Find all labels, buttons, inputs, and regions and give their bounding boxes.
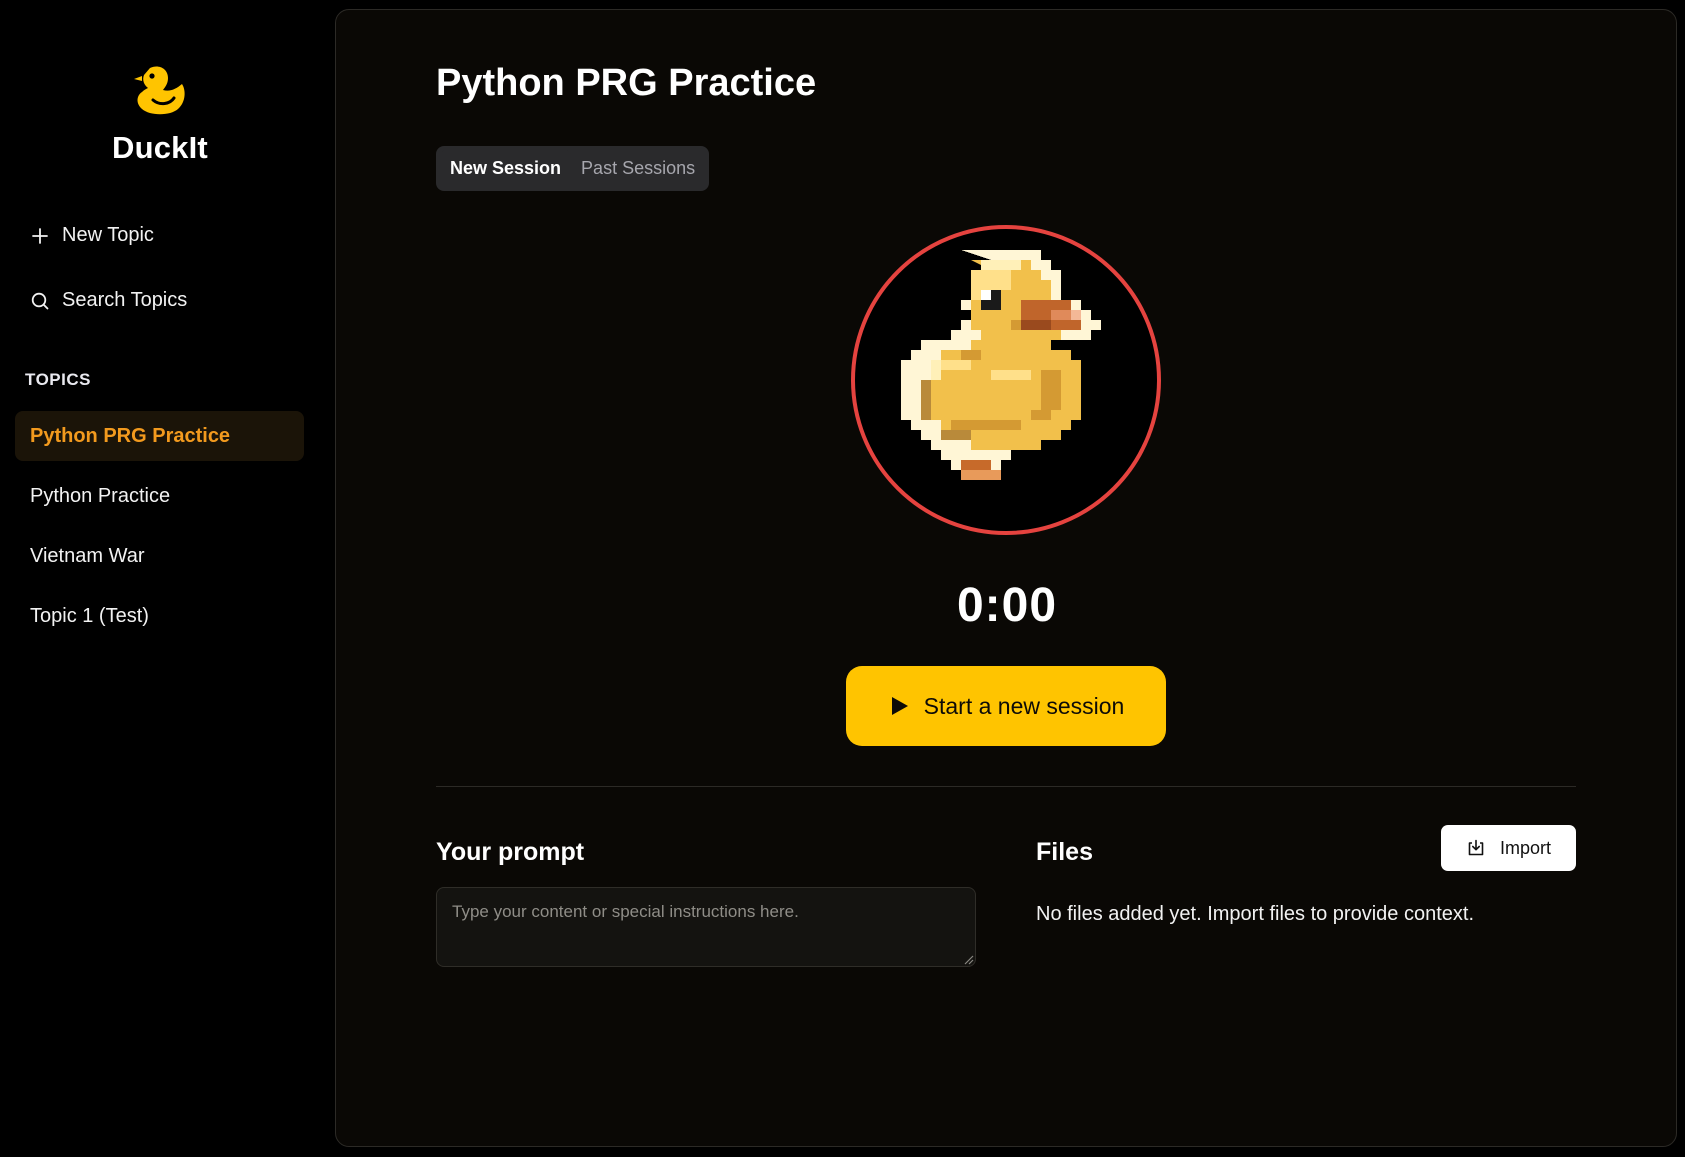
prompt-title: Your prompt <box>436 838 585 866</box>
import-icon <box>1468 839 1484 856</box>
session-timer: 0:00 <box>956 579 1058 632</box>
files-empty-message: No files added yet. Import files to prov… <box>1036 903 1474 925</box>
import-button[interactable]: Import <box>1441 825 1576 871</box>
sidebar-item-python-prg-practice[interactable]: Python PRG Practice <box>15 411 304 461</box>
start-session-button[interactable]: Start a new session <box>846 666 1166 746</box>
brand[interactable]: DuckIt <box>0 62 320 166</box>
search-icon <box>31 292 49 309</box>
new-topic-button[interactable]: New Topic <box>30 224 154 247</box>
session-tabs: New Session Past Sessions <box>436 146 710 191</box>
sidebar-item-topic-1-test[interactable]: Topic 1 (Test) <box>15 591 304 641</box>
play-icon <box>891 697 908 715</box>
duck-avatar <box>851 225 1161 535</box>
prompt-input[interactable] <box>436 887 976 967</box>
tab-new-session[interactable]: New Session <box>440 150 572 187</box>
duck-logo-icon <box>134 66 185 115</box>
search-topics-button[interactable]: Search Topics <box>30 289 187 312</box>
topic-list: Python PRG Practice Python Practice Viet… <box>15 411 304 651</box>
files-title: Files <box>1036 838 1093 866</box>
new-topic-label: New Topic <box>62 224 154 246</box>
page-title: Python PRG Practice <box>436 62 817 104</box>
topics-heading: TOPICS <box>25 370 91 389</box>
start-session-label: Start a new session <box>923 692 1125 719</box>
main-panel: Python PRG Practice New Session Past Ses… <box>335 9 1677 1147</box>
brand-name: DuckIt <box>112 130 208 165</box>
sidebar-item-python-practice[interactable]: Python Practice <box>15 471 304 521</box>
sidebar: DuckIt New Topic Search Topics TOPICS Py… <box>0 0 335 1157</box>
plus-icon <box>32 227 48 244</box>
import-label: Import <box>1499 837 1551 858</box>
search-topics-label: Search Topics <box>62 289 188 311</box>
sidebar-item-vietnam-war[interactable]: Vietnam War <box>15 531 304 581</box>
tab-past-sessions[interactable]: Past Sessions <box>571 150 705 187</box>
pixel-duck-icon <box>901 250 1101 480</box>
resize-handle-icon[interactable] <box>962 953 974 965</box>
section-divider <box>436 786 1576 787</box>
